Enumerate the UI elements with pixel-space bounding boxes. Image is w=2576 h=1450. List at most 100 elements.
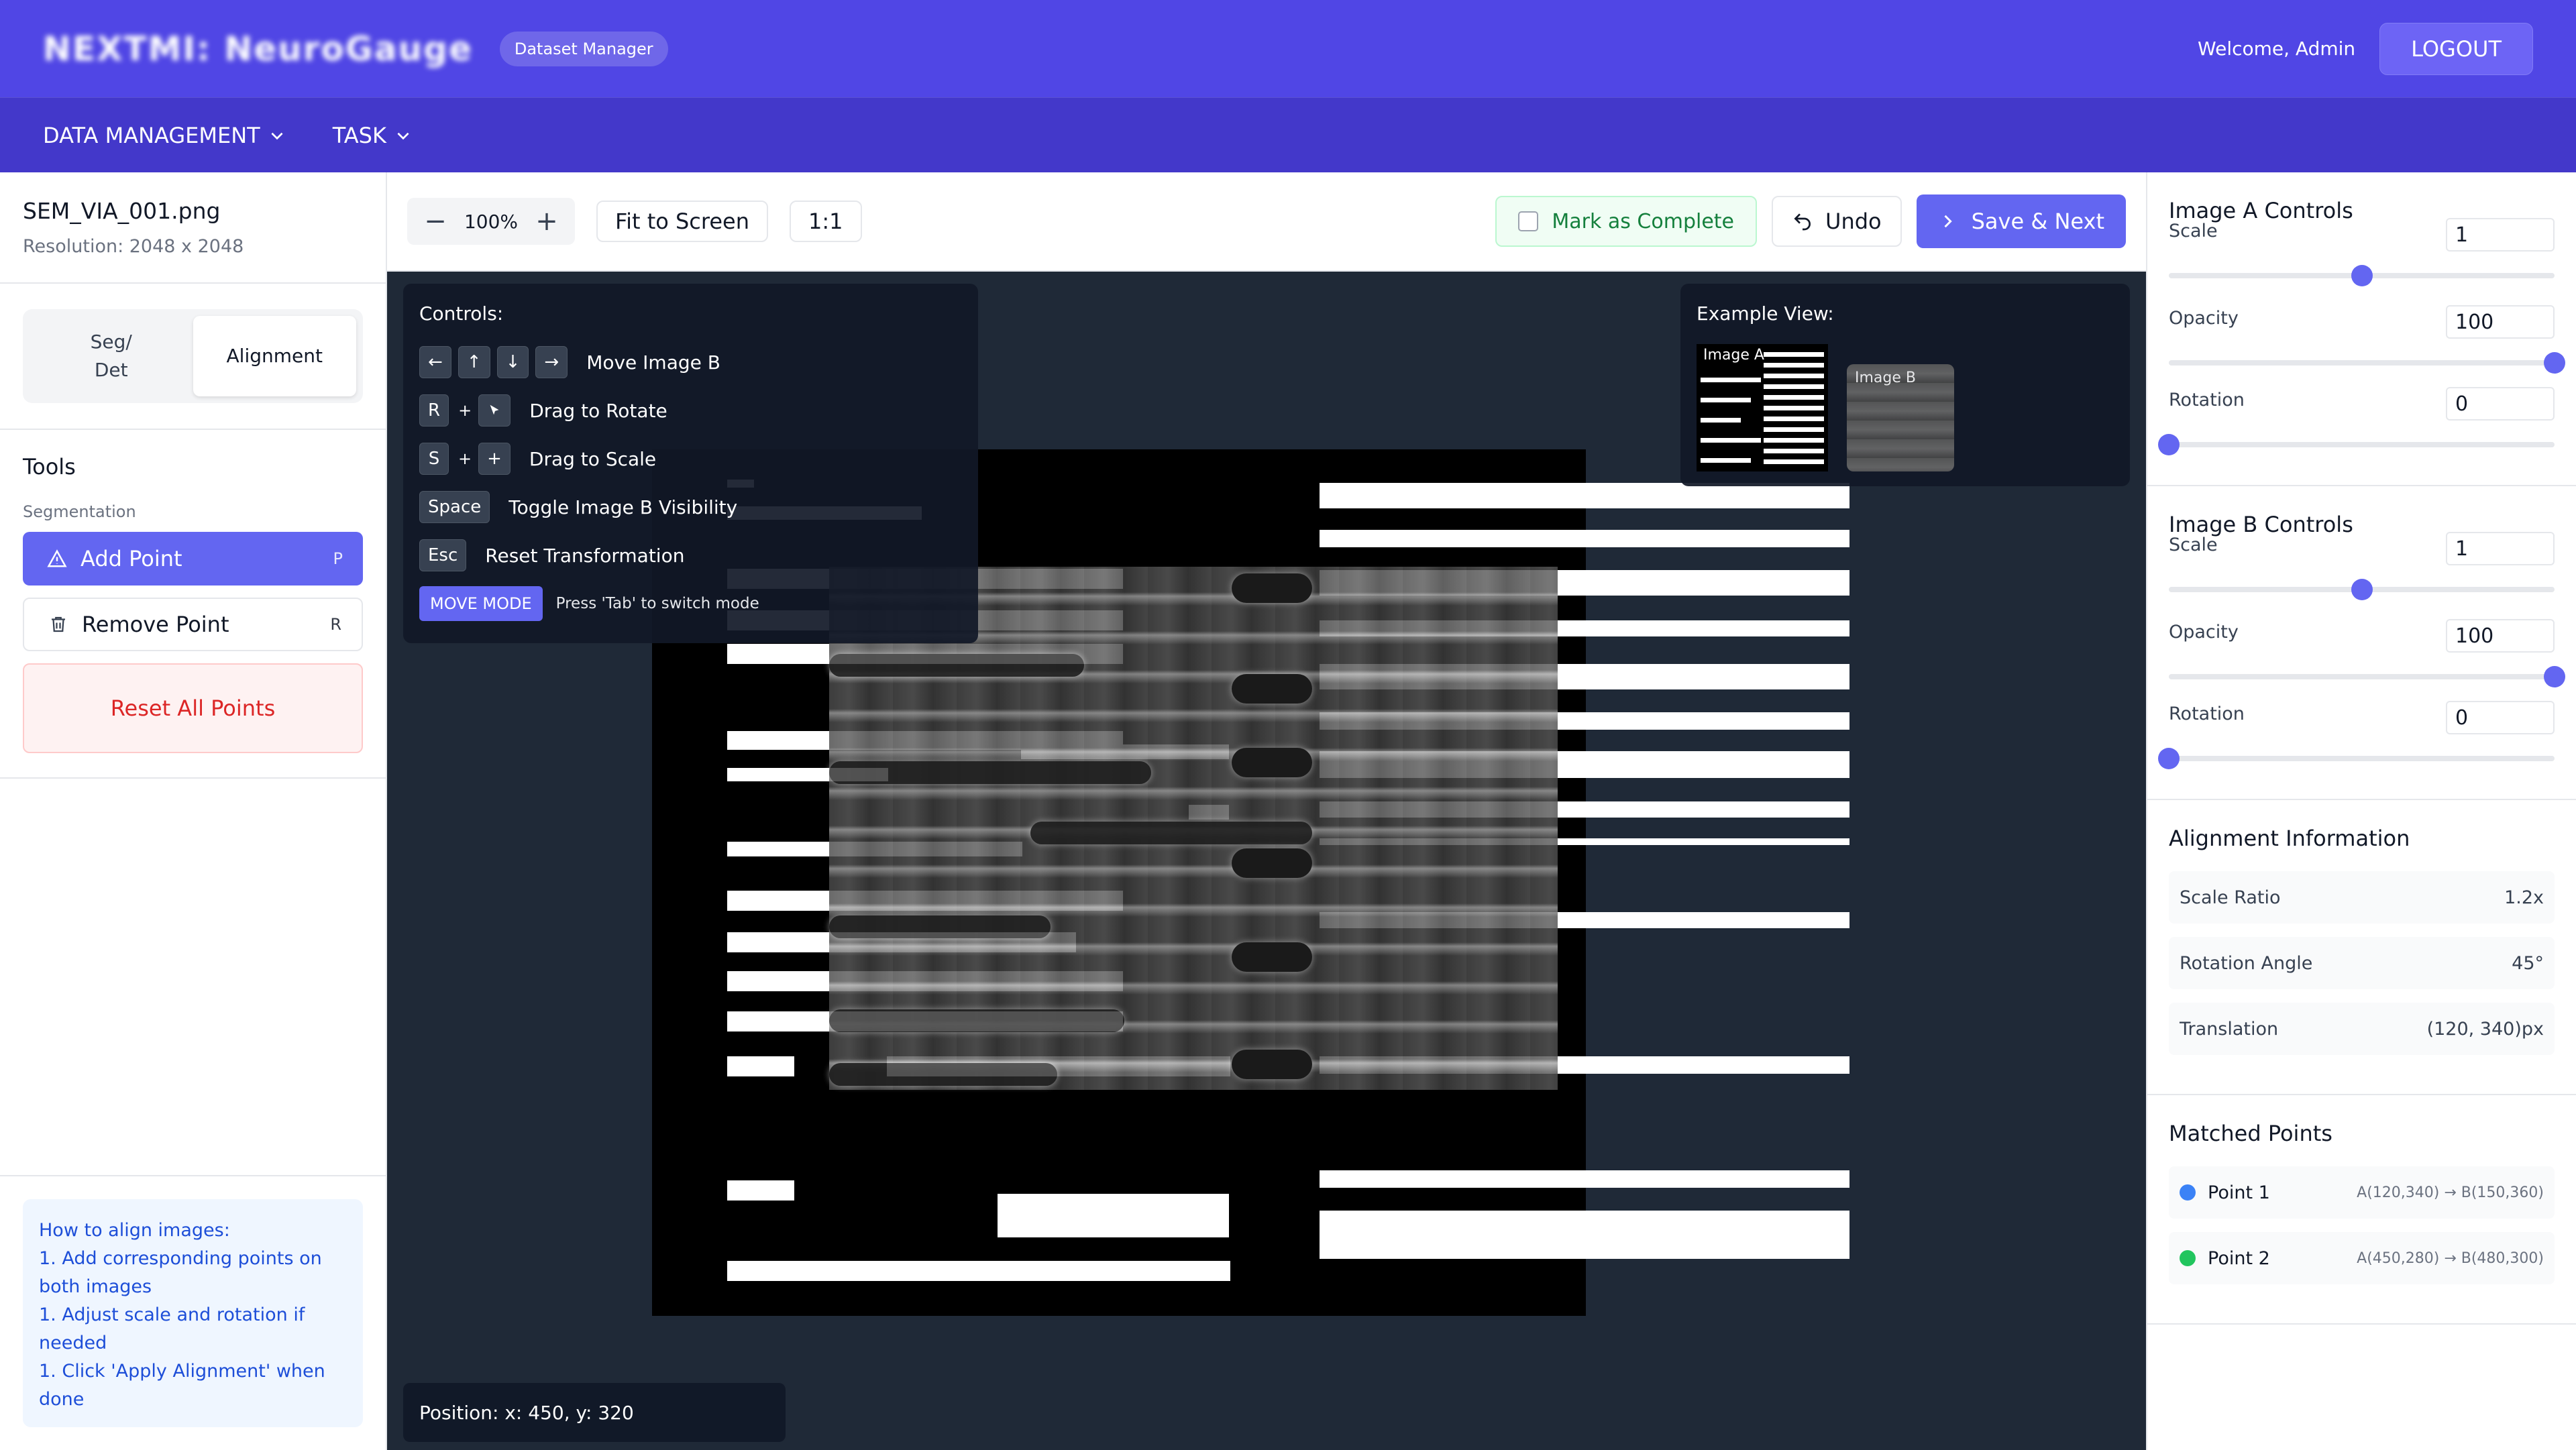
matched-points: Matched Points Point 1 A(120,340) → B(15… [2147, 1095, 2576, 1325]
move-image-b-label: Move Image B [586, 351, 720, 374]
sem-via [1232, 674, 1312, 704]
control-row-visibility: Space Toggle Image B Visibility [419, 483, 962, 531]
image-b-opacity-input[interactable]: 100 [2446, 619, 2555, 653]
top-header: NEXTMI: NeuroGauge Dataset Manager Welco… [0, 0, 2576, 97]
zoom-out-button[interactable]: − [417, 203, 454, 240]
image-a-scale-row: Scale 1 [2169, 218, 2555, 305]
plus-sign: + [458, 449, 472, 468]
image-b-opacity-label: Opacity [2169, 622, 2239, 643]
add-point-label: Add Point [80, 546, 182, 571]
slider-thumb[interactable] [2158, 748, 2180, 769]
sem-via [1232, 848, 1312, 878]
image-b-rotation-input[interactable]: 0 [2446, 701, 2555, 734]
layout-trace [1320, 483, 1849, 508]
reset-transformation-label: Reset Transformation [485, 544, 685, 567]
point-color-dot [2180, 1250, 2196, 1266]
image-a-opacity-slider[interactable] [2169, 352, 2565, 374]
zoom-in-button[interactable]: + [528, 203, 566, 240]
reset-all-points-button[interactable]: Reset All Points [23, 663, 363, 753]
rotation-angle-label: Rotation Angle [2180, 952, 2313, 974]
main-nav: DATA MANAGEMENT TASK [0, 97, 2576, 172]
slider-thumb[interactable] [2544, 352, 2565, 374]
dataset-manager-badge: Dataset Manager [499, 31, 668, 66]
sem-via [1232, 748, 1312, 777]
slider-thumb[interactable] [2158, 434, 2180, 455]
add-point-button[interactable]: Add Point P [23, 532, 363, 585]
mode-switch: Seg/Det Alignment [23, 309, 363, 403]
example-image-a-label: Image A [1701, 347, 1767, 364]
example-trace [1764, 438, 1824, 443]
example-image-b-label: Image B [1855, 370, 1916, 386]
nav-data-management[interactable]: DATA MANAGEMENT [43, 123, 286, 148]
zoom-level: 100% [464, 210, 519, 233]
sem-trace [829, 1009, 1124, 1032]
image-b-rotation-slider[interactable] [2158, 748, 2555, 769]
example-trace [1764, 459, 1824, 464]
image-a-scale-label: Scale [2169, 221, 2218, 241]
alignment-info-title: Alignment Information [2169, 826, 2410, 851]
example-view-title: Example View: [1697, 302, 1834, 325]
nav-task[interactable]: TASK [333, 123, 412, 148]
example-trace [1701, 418, 1741, 423]
zoom-control: − 100% + [407, 198, 575, 245]
one-to-one-button[interactable]: 1:1 [790, 201, 862, 242]
nav-task-label: TASK [332, 122, 386, 148]
image-b-rotation-row: Rotation 0 [2158, 701, 2555, 783]
controls-panel: Controls: ← ↑ ↓ → Move Image B R + Drag … [403, 284, 978, 643]
example-trace [1764, 449, 1824, 453]
control-row-move: ← ↑ ↓ → Move Image B [419, 338, 962, 386]
undo-button[interactable]: Undo [1772, 196, 1902, 247]
plus-sign: + [458, 401, 472, 420]
canvas-toolbar: − 100% + Fit to Screen 1:1 Mark as Compl… [387, 172, 2146, 272]
matched-point-coords: A(120,340) → B(150,360) [2357, 1184, 2544, 1201]
translation-value: (120, 340)px [2426, 1018, 2544, 1040]
image-a-opacity-row: Opacity 100 [2169, 305, 2565, 387]
matched-point-item[interactable]: Point 2 A(450,280) → B(480,300) [2169, 1232, 2555, 1284]
layout-trace [1320, 1211, 1849, 1259]
translation-row: Translation (120, 340)px [2169, 1003, 2555, 1055]
mark-complete-checkbox[interactable] [1518, 211, 1539, 231]
slider-thumb[interactable] [2351, 265, 2373, 286]
cursor-position-readout: Position: x: 450, y: 320 [403, 1383, 786, 1442]
help-card: How to align images: 1. Add correspondin… [23, 1199, 363, 1427]
example-trace [1764, 352, 1824, 357]
image-a-opacity-input[interactable]: 100 [2446, 305, 2555, 339]
mark-complete-button[interactable]: Mark as Complete [1495, 196, 1758, 247]
image-a-rotation-input[interactable]: 0 [2446, 387, 2555, 421]
remove-point-button[interactable]: Remove Point R [23, 598, 363, 651]
app-brand: NEXTMI: NeuroGauge [43, 29, 473, 68]
point-color-dot [2180, 1184, 2196, 1201]
mode-indicator-row: MOVE MODE Press 'Tab' to switch mode [419, 579, 962, 628]
image-a-rotation-slider[interactable] [2158, 434, 2555, 455]
image-b-scale-label: Scale [2169, 535, 2218, 555]
image-a-rotation-label: Rotation [2169, 390, 2245, 410]
mode-seg-det[interactable]: Seg/Det [30, 316, 193, 396]
logout-button[interactable]: LOGOUT [2379, 22, 2533, 75]
mode-alignment[interactable]: Alignment [193, 316, 356, 396]
image-b-scale-slider[interactable] [2169, 579, 2555, 600]
image-a-controls: Image A Controls Scale 1 Opacity 100 Rot… [2147, 172, 2576, 486]
image-a-scale-input[interactable]: 1 [2446, 218, 2555, 252]
layout-trace [1320, 530, 1849, 547]
mode-switch-hint: Press 'Tab' to switch mode [555, 595, 759, 612]
cursor-key [478, 394, 511, 427]
image-b-opacity-slider[interactable] [2169, 666, 2565, 687]
cursor-icon [490, 404, 499, 415]
add-point-shortcut: P [333, 549, 343, 568]
sem-trace [829, 654, 1084, 677]
save-next-button[interactable]: Save & Next [1916, 194, 2126, 248]
image-b-layer[interactable] [829, 567, 1558, 1090]
image-b-scale-input[interactable]: 1 [2446, 532, 2555, 565]
warning-triangle-icon [47, 549, 67, 567]
image-b-rotation-label: Rotation [2169, 704, 2245, 724]
example-view-panel: Example View: Image A Image B [1680, 284, 2130, 486]
r-key: R [419, 394, 449, 427]
matched-points-title: Matched Points [2169, 1121, 2332, 1146]
slider-thumb[interactable] [2544, 666, 2565, 687]
slider-thumb[interactable] [2351, 579, 2373, 600]
image-a-scale-slider[interactable] [2169, 265, 2555, 286]
matched-point-item[interactable]: Point 1 A(120,340) → B(150,360) [2169, 1166, 2555, 1219]
fit-to-screen-button[interactable]: Fit to Screen [596, 201, 768, 242]
arrow-left-key: ← [419, 346, 451, 378]
image-canvas[interactable]: Controls: ← ↑ ↓ → Move Image B R + Drag … [387, 272, 2146, 1450]
